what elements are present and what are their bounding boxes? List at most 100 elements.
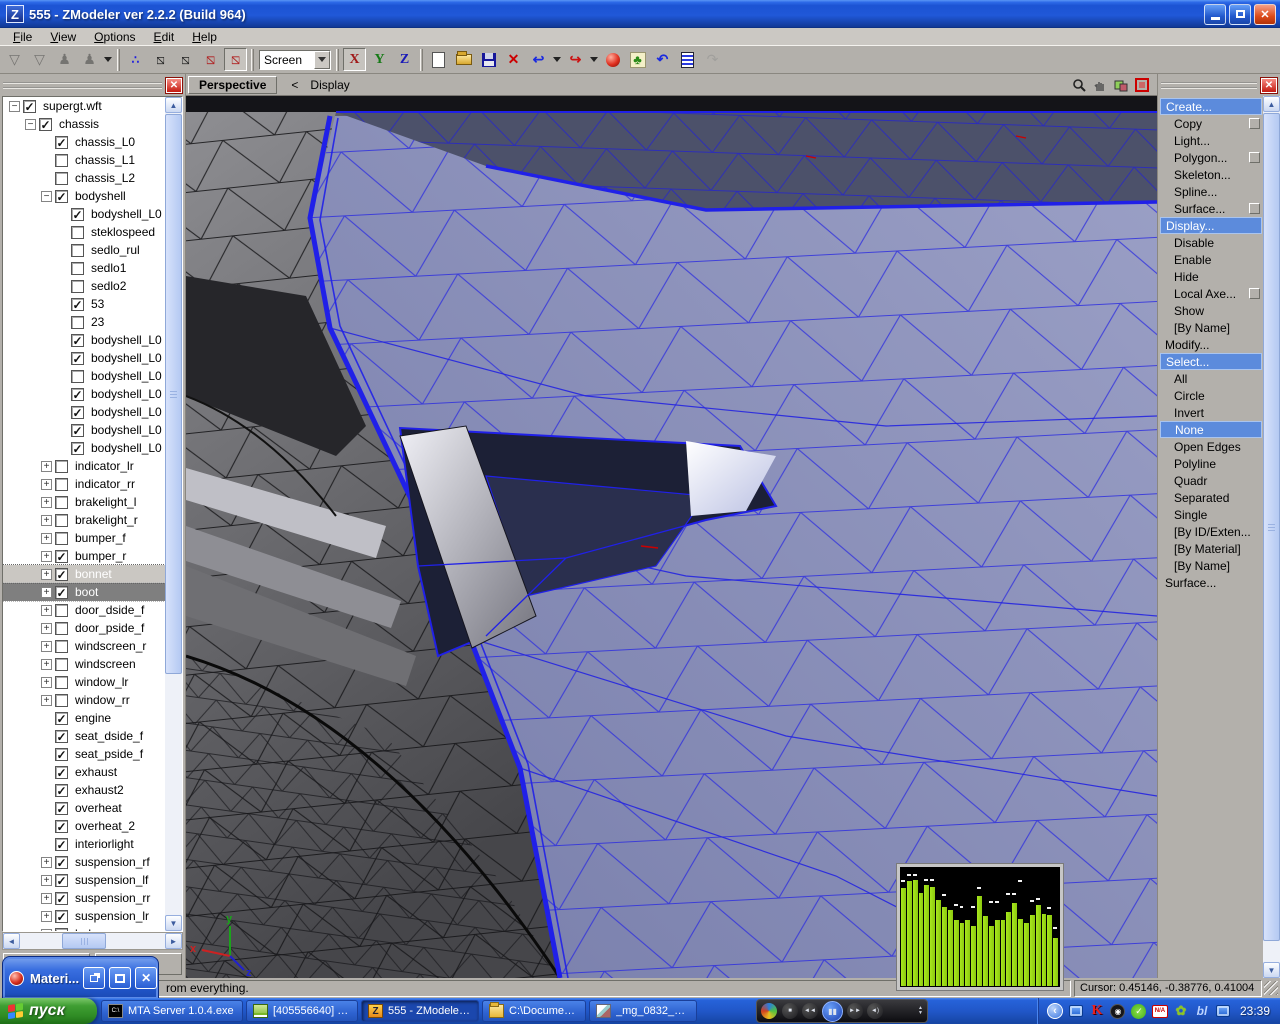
menu-item-view[interactable]: View [41, 29, 85, 45]
visibility-checkbox[interactable]: ✓ [55, 820, 68, 833]
tree-item-hub_rr[interactable]: +✓hub_rr [3, 925, 165, 931]
visibility-checkbox[interactable] [55, 154, 68, 167]
command-show[interactable]: Show [1160, 302, 1262, 319]
viewport-3d-canvas[interactable]: y x z [186, 96, 1157, 978]
command-enable[interactable]: Enable [1160, 251, 1262, 268]
viewport-settings-icon[interactable] [1112, 77, 1130, 93]
visibility-checkbox[interactable]: ✓ [55, 892, 68, 905]
expand-box-icon[interactable]: + [41, 911, 52, 922]
tree-item-bodyshell_L0[interactable]: ✓bodyshell_L0 [3, 205, 165, 223]
tree-horizontal-scrollbar[interactable]: ◄ ► [2, 932, 183, 950]
command-by-material[interactable]: [By Material] [1160, 540, 1262, 557]
expand-box-icon[interactable]: + [41, 929, 52, 932]
viewport-display-label[interactable]: Display [310, 78, 349, 92]
previous-track-button[interactable]: ◄◄ [802, 1003, 818, 1019]
visibility-checkbox[interactable]: ✓ [55, 856, 68, 869]
visibility-checkbox[interactable]: ✓ [55, 136, 68, 149]
command-by-name[interactable]: [By Name] [1160, 557, 1262, 574]
scroll-down-icon[interactable]: ▼ [165, 915, 182, 931]
panel-grip[interactable] [3, 82, 162, 89]
taskbar-button-4[interactable]: C:\Documents and ... [482, 1000, 586, 1022]
import-button[interactable]: ↩ [527, 48, 550, 71]
axis-z-button[interactable]: Z [393, 48, 416, 71]
visibility-checkbox[interactable]: ✓ [71, 334, 84, 347]
command-option-box[interactable] [1249, 203, 1260, 214]
taskbar-button-3[interactable]: Z555 - ZModeler ver ... [361, 1000, 479, 1022]
command-create[interactable]: Create... [1160, 98, 1262, 115]
tree-item-door_pside_f[interactable]: +door_pside_f [3, 619, 165, 637]
visibility-checkbox[interactable]: ✓ [55, 802, 68, 815]
expand-box-icon[interactable]: + [41, 893, 52, 904]
visibility-checkbox[interactable] [71, 316, 84, 329]
visibility-checkbox[interactable]: ✓ [55, 712, 68, 725]
command-scroll-thumb[interactable] [1263, 113, 1280, 941]
visibility-checkbox[interactable]: ✓ [55, 730, 68, 743]
pan-hand-icon[interactable] [1091, 77, 1109, 93]
tree-item-23[interactable]: 23 [3, 313, 165, 331]
tree-item-windscreen[interactable]: +windscreen [3, 655, 165, 673]
network-monitor-icon[interactable] [1215, 1004, 1231, 1019]
visibility-checkbox[interactable]: ✓ [71, 424, 84, 437]
visibility-checkbox[interactable]: ✓ [39, 118, 52, 131]
select-pin-tool-icon[interactable]: ▽ [28, 48, 51, 71]
expand-box-icon[interactable]: + [41, 659, 52, 670]
command-copy[interactable]: Copy [1160, 115, 1262, 132]
command-select[interactable]: Select... [1160, 353, 1262, 370]
command-separated[interactable]: Separated [1160, 489, 1262, 506]
zoom-icon[interactable] [1070, 77, 1088, 93]
tree-item-bodyshell_L0[interactable]: ✓bodyshell_L0 [3, 421, 165, 439]
visibility-checkbox[interactable]: ✓ [55, 568, 68, 581]
visibility-checkbox[interactable]: ✓ [71, 388, 84, 401]
command-single[interactable]: Single [1160, 506, 1262, 523]
tree-item-sedlo_rul[interactable]: sedlo_rul [3, 241, 165, 259]
tree-item-bumper_f[interactable]: +bumper_f [3, 529, 165, 547]
tree-item-chassis_L0[interactable]: ✓chassis_L0 [3, 133, 165, 151]
open-file-button[interactable] [452, 48, 475, 71]
tree-item-window_lr[interactable]: +window_lr [3, 673, 165, 691]
expand-box-icon[interactable]: + [41, 695, 52, 706]
command-none[interactable]: None [1160, 421, 1262, 438]
tree-item-suspension_rr[interactable]: +✓suspension_rr [3, 889, 165, 907]
tree-item-bonnet[interactable]: +✓bonnet [3, 565, 165, 583]
menu-item-help[interactable]: Help [183, 29, 226, 45]
close-window-button[interactable]: ✕ [135, 967, 157, 989]
pause-button[interactable]: ▮▮ [822, 1001, 843, 1022]
expand-box-icon[interactable]: + [41, 587, 52, 598]
export-button[interactable]: ↪ [564, 48, 587, 71]
command-modify[interactable]: Modify... [1160, 336, 1262, 353]
tree-item-53[interactable]: ✓53 [3, 295, 165, 313]
expand-box-icon[interactable]: + [41, 497, 52, 508]
visibility-checkbox[interactable] [55, 604, 68, 617]
visibility-checkbox[interactable] [55, 460, 68, 473]
tree-item-steklospeed[interactable]: steklospeed [3, 223, 165, 241]
tree-item-bodyshell_L0[interactable]: ✓bodyshell_L0 [3, 439, 165, 457]
axis-x-button[interactable]: X [343, 48, 366, 71]
tree-item-bodyshell_L0[interactable]: ✓bodyshell_L0 [3, 349, 165, 367]
collapse-box-icon[interactable]: − [41, 191, 52, 202]
visibility-checkbox[interactable] [71, 262, 84, 275]
faces-mode-icon[interactable]: ⧅ [174, 48, 197, 71]
command-by-name[interactable]: [By Name] [1160, 319, 1262, 336]
tree-item-bodyshell_L0[interactable]: ✓bodyshell_L0 [3, 403, 165, 421]
tree-item-bodyshell_L0[interactable]: ✓bodyshell_L0 [3, 331, 165, 349]
visibility-checkbox[interactable]: ✓ [23, 100, 36, 113]
command-local-axe[interactable]: Local Axe... [1160, 285, 1262, 302]
taskbar-button-1[interactable]: C:\MTA Server 1.0.4.exe [101, 1000, 243, 1022]
tree-item-seat_pside_f[interactable]: ✓seat_pside_f [3, 745, 165, 763]
menu-item-options[interactable]: Options [85, 29, 144, 45]
kaspersky-icon[interactable]: K [1089, 1004, 1105, 1019]
tree-item-bumper_r[interactable]: +✓bumper_r [3, 547, 165, 565]
tree-item-sedlo2[interactable]: sedlo2 [3, 277, 165, 295]
select-tool-icon[interactable]: ▽ [3, 48, 26, 71]
tree-item-suspension_lf[interactable]: +✓suspension_lf [3, 871, 165, 889]
save-file-button[interactable] [477, 48, 500, 71]
restore-window-button[interactable] [83, 967, 105, 989]
expand-box-icon[interactable]: + [41, 479, 52, 490]
redo-button[interactable]: ↷ [701, 48, 724, 71]
media-player-deskband[interactable]: ■ ◄◄ ▮▮ ►► ◄) ▲▼ [756, 999, 928, 1023]
visibility-checkbox[interactable] [55, 676, 68, 689]
visibility-checkbox[interactable]: ✓ [71, 352, 84, 365]
command-panel-close-button[interactable]: ✕ [1261, 78, 1277, 93]
visibility-checkbox[interactable] [55, 694, 68, 707]
visibility-checkbox[interactable]: ✓ [55, 586, 68, 599]
